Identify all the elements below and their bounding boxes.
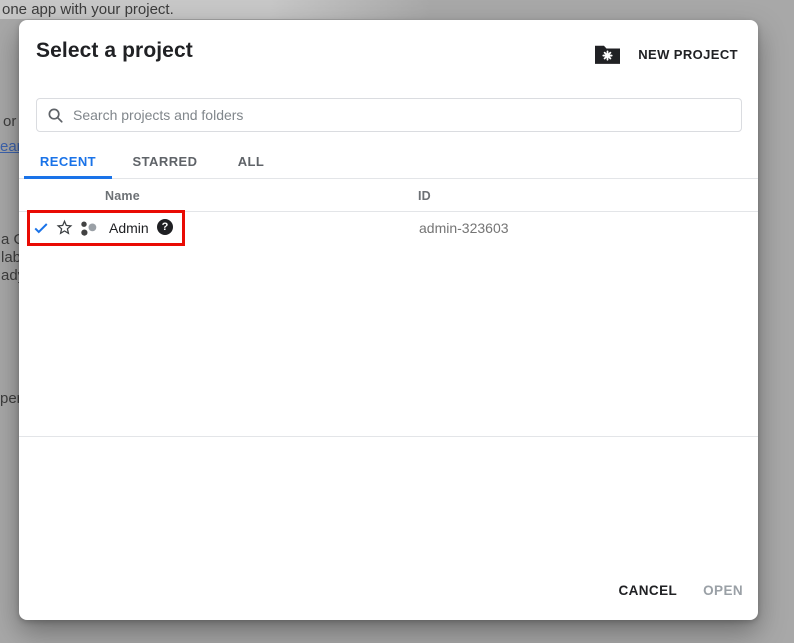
help-icon[interactable]: ? xyxy=(157,219,173,235)
new-project-label: NEW PROJECT xyxy=(638,47,738,62)
search-box xyxy=(36,98,742,132)
background-fragment: or xyxy=(3,113,16,130)
cancel-button[interactable]: CANCEL xyxy=(618,583,677,598)
table-row-admin[interactable]: Admin ? admin-323603 xyxy=(19,211,758,245)
tab-starred[interactable]: STARRED xyxy=(122,146,208,178)
column-header-name: Name xyxy=(105,189,140,203)
check-icon xyxy=(33,220,49,236)
new-project-button[interactable]: NEW PROJECT xyxy=(595,44,738,64)
background-header-strip: one app with your project. xyxy=(0,0,794,19)
project-id: admin-323603 xyxy=(419,220,509,236)
search-input[interactable] xyxy=(73,107,731,123)
new-project-folder-icon xyxy=(595,44,620,64)
screen: one app with your project. or ear a G la… xyxy=(0,0,794,643)
row-divider xyxy=(19,436,758,437)
tabbar-divider xyxy=(19,178,758,179)
tab-all[interactable]: ALL xyxy=(225,146,277,178)
search-icon xyxy=(47,107,64,124)
open-button[interactable]: OPEN xyxy=(703,583,743,598)
select-project-dialog: Select a project NEW PROJECT xyxy=(19,20,758,620)
background-text: one app with your project. xyxy=(2,1,174,18)
dialog-title: Select a project xyxy=(36,39,193,63)
project-icon xyxy=(79,219,99,239)
project-name: Admin xyxy=(109,220,149,236)
tab-recent[interactable]: RECENT xyxy=(24,146,112,178)
column-header-id: ID xyxy=(418,189,431,203)
star-toggle[interactable] xyxy=(55,218,74,240)
dialog-footer: CANCEL OPEN xyxy=(618,583,743,598)
active-tab-underline xyxy=(24,176,112,179)
